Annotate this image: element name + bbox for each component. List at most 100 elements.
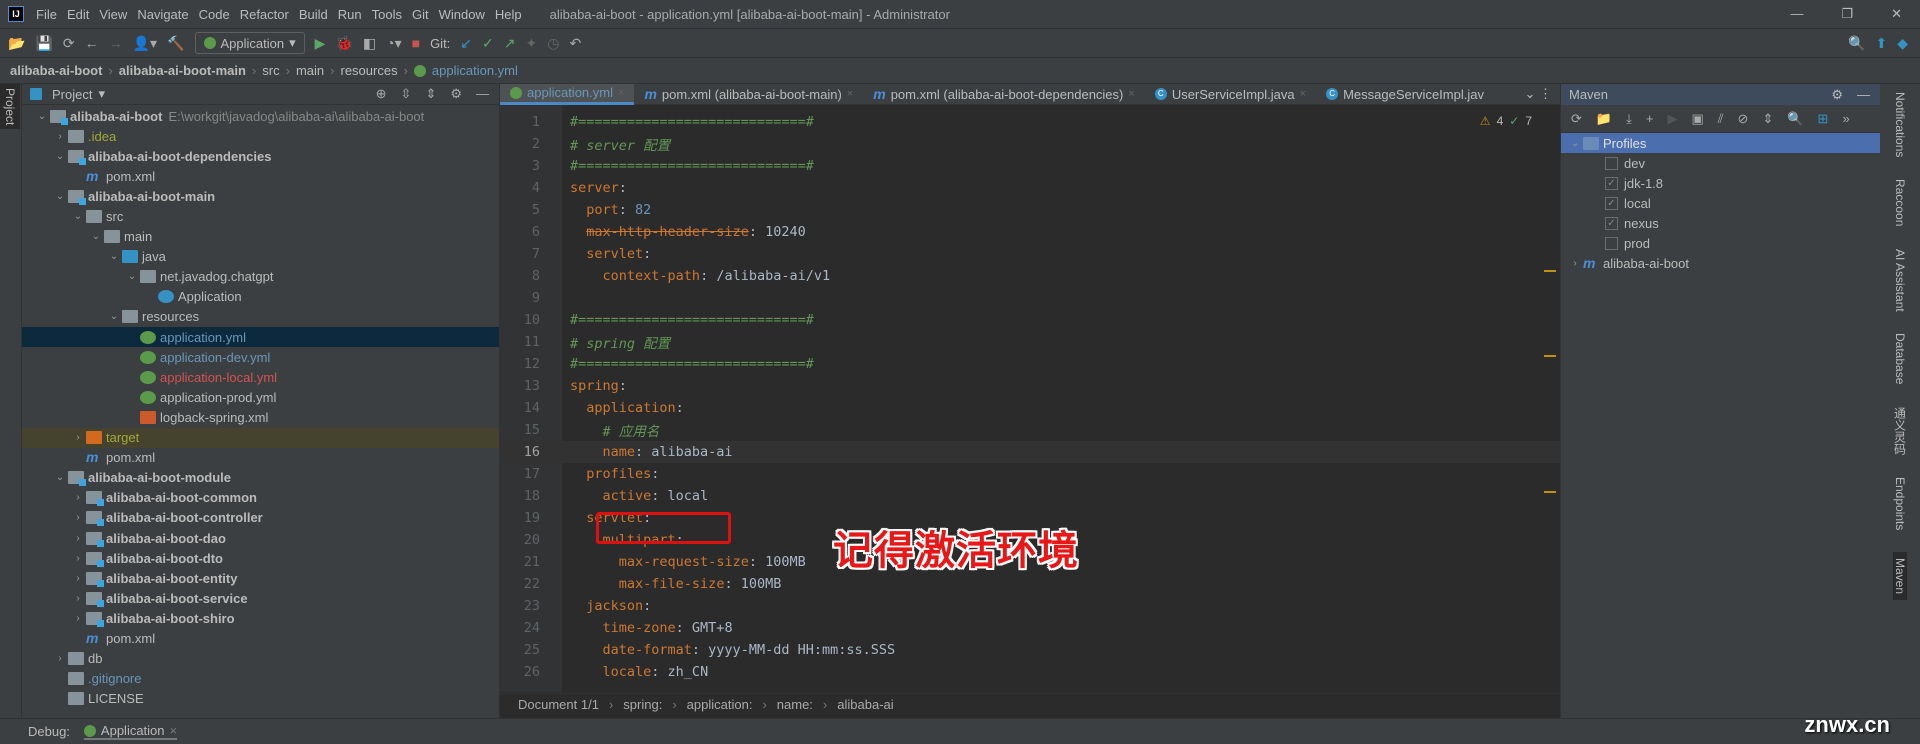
breadcrumb-item[interactable]: resources [340, 63, 397, 78]
editor-breadcrumb-item[interactable]: application: [687, 697, 753, 712]
tree-item[interactable]: ⌄ src [22, 206, 499, 226]
code-line[interactable]: 5 port: 82 [500, 199, 1560, 221]
menu-window[interactable]: Window [439, 7, 485, 22]
tree-item[interactable]: ⌄ java [22, 247, 499, 267]
chevron-right-icon[interactable]: › [52, 653, 68, 664]
minimize-icon[interactable]: — [1790, 6, 1803, 22]
code-line[interactable]: 4 server: [500, 177, 1560, 199]
editor-breadcrumb-item[interactable]: spring: [623, 697, 662, 712]
git-update-icon[interactable]: ↙ [460, 35, 472, 52]
collapse-icon[interactable]: ⇕ [1762, 111, 1773, 127]
tree-item[interactable]: application-local.yml [22, 367, 499, 387]
menu-tools[interactable]: Tools [372, 7, 402, 22]
chevron-right-icon[interactable]: › [70, 593, 86, 604]
code-line[interactable]: 13 spring: [500, 375, 1560, 397]
chevron-down-icon[interactable]: ⌄ [88, 231, 104, 242]
debug-tab-application[interactable]: Application × [83, 723, 178, 740]
run-icon[interactable]: ▶ [1667, 111, 1677, 127]
editor-breadcrumb-item[interactable]: name: [777, 697, 813, 712]
run-icon[interactable]: ▶ [315, 35, 326, 52]
tree-item[interactable]: › alibaba-ai-boot-entity [22, 568, 499, 588]
profiles-node[interactable]: ⌄ Profiles [1561, 133, 1880, 153]
editor-tab[interactable]: m pom.xml (alibaba-ai-boot-dependencies) × [863, 84, 1145, 105]
chevron-right-icon[interactable]: › [70, 432, 86, 443]
code-line[interactable]: 2 # server 配置 [500, 133, 1560, 155]
chevron-right-icon[interactable]: › [70, 492, 86, 503]
profile-item[interactable]: ✓ nexus [1561, 213, 1880, 233]
tree-item[interactable]: › alibaba-ai-boot-shiro [22, 608, 499, 628]
chevron-right-icon[interactable]: › [52, 131, 68, 142]
chevron-down-icon[interactable]: ⌄ [52, 191, 68, 202]
close-icon[interactable]: × [170, 723, 178, 738]
chevron-down-icon[interactable]: ⌄ [106, 251, 122, 262]
more-icon[interactable]: » [1842, 111, 1849, 126]
close-tab-icon[interactable]: × [618, 87, 624, 99]
download-icon[interactable]: ⤓ [1626, 111, 1632, 127]
tree-item[interactable]: m pom.xml [22, 166, 499, 186]
editor-breadcrumb-item[interactable]: Document 1/1 [518, 697, 599, 712]
profile-checkbox[interactable]: ✓ [1605, 196, 1618, 210]
coverage-icon[interactable]: ◧ [363, 35, 376, 52]
code-line[interactable]: 11 # spring 配置 [500, 331, 1560, 353]
project-view-select[interactable]: Project [52, 87, 92, 102]
menu-edit[interactable]: Edit [67, 7, 89, 22]
update-icon[interactable]: ⬆ [1875, 35, 1887, 52]
tree-item[interactable]: ⌄ alibaba-ai-boot-module [22, 468, 499, 488]
breadcrumb-item[interactable]: src [262, 63, 279, 78]
terminal-icon[interactable]: ▣ [1691, 111, 1703, 127]
chevron-down-icon[interactable]: ⌄ [52, 472, 68, 483]
run-configuration-select[interactable]: Application ▾ [194, 32, 305, 54]
rollback-icon[interactable]: ↶ [569, 35, 581, 52]
profile-checkbox[interactable] [1605, 156, 1618, 170]
save-icon[interactable]: 💾 [35, 35, 52, 52]
stop-icon[interactable]: ■ [412, 35, 420, 51]
chevron-down-icon[interactable]: ⌄ [106, 311, 122, 322]
chevron-down-icon[interactable]: ⌄ [124, 271, 140, 282]
tool-window-database[interactable]: Database [1893, 333, 1907, 384]
code-line[interactable]: 15 # 应用名 [500, 419, 1560, 441]
editor-tab[interactable]: application.yml × [500, 83, 635, 105]
locate-icon[interactable]: ⊕ [376, 86, 387, 102]
hide-icon[interactable]: — [476, 86, 489, 102]
code-line[interactable]: 26 locale: zh_CN [500, 661, 1560, 683]
editor-tab[interactable]: C UserServiceImpl.java × [1145, 84, 1316, 105]
collapse-all-icon[interactable]: ⇕ [425, 86, 436, 102]
editor-tab[interactable]: m pom.xml (alibaba-ai-boot-main) × [634, 84, 863, 105]
gear-icon[interactable]: ⚙ [1831, 87, 1843, 103]
show-dependencies-icon[interactable]: ⊞ [1818, 111, 1829, 127]
menu-git[interactable]: Git [412, 7, 429, 22]
gear-icon[interactable]: ⚙ [450, 86, 462, 102]
add-icon[interactable]: + [1646, 111, 1654, 126]
debug-icon[interactable]: 🐞 [335, 35, 352, 52]
profile-checkbox[interactable] [1605, 236, 1618, 250]
code-line[interactable]: 17 profiles: [500, 463, 1560, 485]
tree-item[interactable]: ⌄ net.javadog.chatgpt [22, 267, 499, 287]
profile-item[interactable]: dev [1561, 153, 1880, 173]
chevron-right-icon[interactable]: › [70, 533, 86, 544]
editor-tab[interactable]: C MessageServiceImpl.jav [1316, 84, 1494, 105]
tool-window-maven[interactable]: Maven [1893, 552, 1907, 601]
profile-icon[interactable]: ◔▾ [386, 35, 401, 52]
tool-window-raccoon[interactable]: Raccoon [1893, 179, 1907, 226]
tool-window-ai-assistant[interactable]: AI Assistant [1893, 249, 1907, 312]
menu-run[interactable]: Run [338, 7, 362, 22]
chevron-down-icon[interactable]: ⌄ [70, 211, 86, 222]
code-line[interactable]: 23 jackson: [500, 595, 1560, 617]
breadcrumb-item[interactable]: main [296, 63, 324, 78]
tree-item[interactable]: ⌄ alibaba-ai-boot-dependencies [22, 146, 499, 166]
profile-item[interactable]: prod [1561, 233, 1880, 253]
code-line[interactable]: 6 max-http-header-size: 10240 [500, 221, 1560, 243]
code-line[interactable]: 1 #============================# [500, 111, 1560, 133]
chevron-down-icon[interactable]: ▾ [98, 86, 105, 102]
chevron-right-icon[interactable]: › [70, 512, 86, 523]
add-folder-icon[interactable]: 📁 [1596, 111, 1612, 127]
build-hammer-icon[interactable]: 🔨 [167, 35, 184, 52]
tree-item[interactable]: › alibaba-ai-boot-dto [22, 548, 499, 568]
chevron-right-icon[interactable]: › [70, 573, 86, 584]
tree-item[interactable]: .gitignore [22, 669, 499, 689]
close-icon[interactable]: ✕ [1891, 6, 1902, 22]
menu-build[interactable]: Build [299, 7, 328, 22]
skip-tests-icon[interactable]: ⫽ [1718, 111, 1724, 127]
menu-view[interactable]: View [99, 7, 127, 22]
chevron-right-icon[interactable]: › [70, 553, 86, 564]
